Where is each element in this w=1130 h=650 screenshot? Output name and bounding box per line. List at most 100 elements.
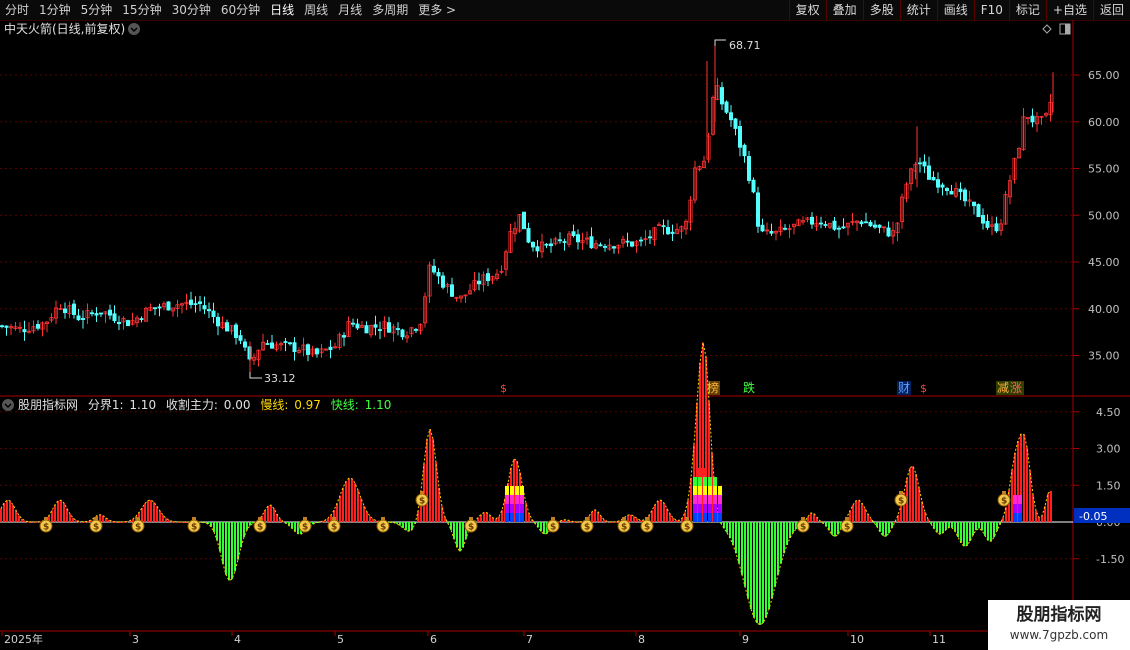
indicator-bar xyxy=(861,503,863,522)
indicator-bar xyxy=(960,522,962,543)
svg-text:$: $ xyxy=(844,523,850,533)
candle-body xyxy=(364,325,369,334)
indicator-bar xyxy=(69,513,71,522)
indicator-bar xyxy=(978,522,980,529)
indicator-bar xyxy=(948,522,950,528)
timeframe-tab[interactable]: 60分钟 xyxy=(216,3,265,17)
signal-block xyxy=(708,486,712,495)
indicator-bar xyxy=(918,487,920,522)
toolbar-button[interactable]: 统计 xyxy=(899,0,937,20)
candle-body xyxy=(400,329,405,338)
svg-text:$: $ xyxy=(644,523,650,533)
svg-text:$: $ xyxy=(684,523,690,533)
indicator-bar xyxy=(885,522,887,537)
candle-body xyxy=(283,341,288,343)
svg-text:33.12: 33.12 xyxy=(264,372,296,385)
chevron-down-icon[interactable] xyxy=(128,23,140,35)
candle-body xyxy=(648,236,653,239)
diamond-icon[interactable] xyxy=(1042,24,1052,34)
indicator-bar xyxy=(1008,490,1010,522)
candle-body xyxy=(22,329,27,333)
signal-block xyxy=(510,504,514,513)
timeframe-tab[interactable]: 日线 xyxy=(265,3,299,17)
toolbar-button[interactable]: 复权 xyxy=(788,0,826,20)
signal-block xyxy=(515,504,519,513)
candle-body xyxy=(661,225,666,228)
candle-body xyxy=(328,346,333,351)
indicator-bar xyxy=(603,519,605,522)
indicator-bar xyxy=(0,508,2,522)
svg-text:$: $ xyxy=(468,523,474,533)
indicator-bar xyxy=(141,507,143,522)
candle-body xyxy=(108,309,113,316)
toolbar-button[interactable]: 返回 xyxy=(1092,0,1130,20)
signal-block xyxy=(698,486,702,495)
svg-text:$: $ xyxy=(621,523,627,533)
signal-block xyxy=(713,504,717,513)
candle-body xyxy=(720,87,725,105)
event-marker: 减 xyxy=(997,381,1009,395)
money-bag-icon: $ xyxy=(187,517,201,533)
indicator-bar xyxy=(672,517,674,522)
indicator-bar xyxy=(756,522,758,624)
high-price-marker: 68.71 xyxy=(714,39,761,52)
indicator-bar xyxy=(279,518,281,522)
timeframe-tab[interactable]: 多周期 xyxy=(367,3,413,17)
timeframe-tab[interactable]: 30分钟 xyxy=(167,3,216,17)
indicator-bar xyxy=(357,490,359,522)
timeframe-tab[interactable]: 5分钟 xyxy=(76,3,118,17)
panel-toggle-icon[interactable] xyxy=(1059,23,1071,35)
timeframe-tab[interactable]: 周线 xyxy=(299,3,333,17)
timeframe-tab[interactable]: 分时 xyxy=(0,3,34,17)
timeframe-tab[interactable]: 15分钟 xyxy=(117,3,166,17)
price-tick-label: 35.00 xyxy=(1088,350,1120,363)
signal-block xyxy=(1018,495,1022,504)
candle-body xyxy=(832,220,837,230)
toolbar-button[interactable]: 画线 xyxy=(936,0,974,20)
price-axis: 65.00 60.00 55.00 50.00 45.00 40.00 35.00 xyxy=(1073,69,1120,363)
toolbar-button[interactable]: 标记 xyxy=(1008,0,1046,20)
stock-title[interactable]: 中天火箭(日线,前复权) xyxy=(4,21,125,36)
date-axis: 2025年 3 4 5 6 7 8 9 10 11 xyxy=(1,631,946,646)
timeframe-tab[interactable]: 1分钟 xyxy=(34,3,76,17)
event-marker: $ xyxy=(920,382,927,395)
candle-body xyxy=(558,239,563,242)
toolbar-button[interactable]: 多股 xyxy=(862,0,900,20)
candle-body xyxy=(188,299,193,305)
indicator-bar xyxy=(873,522,875,523)
timeframe-tab[interactable]: 更多 > xyxy=(413,3,461,17)
candle-body xyxy=(63,308,68,314)
indicator-bar xyxy=(654,504,656,522)
candle-body xyxy=(751,179,756,193)
toolbar-button[interactable]: F10 xyxy=(973,0,1009,20)
indicator-bar xyxy=(252,522,254,524)
indicator-bar xyxy=(429,429,431,522)
candle-body xyxy=(377,329,382,331)
signal-block xyxy=(515,486,519,495)
candle-body xyxy=(841,226,846,229)
indicator-bar xyxy=(24,520,26,522)
indicator-bar xyxy=(336,503,338,522)
indicator-bar xyxy=(996,522,998,531)
toolbar-button[interactable]: +自选 xyxy=(1045,0,1093,20)
indicator-bar xyxy=(1050,491,1052,522)
indicator-bar xyxy=(144,503,146,522)
candle-body xyxy=(940,184,945,188)
candle-body xyxy=(877,224,882,228)
svg-text:$: $ xyxy=(93,523,99,533)
indicator-bar xyxy=(372,519,374,522)
signal-block xyxy=(515,495,519,504)
svg-text:$: $ xyxy=(419,497,425,507)
toolbar-button[interactable]: 叠加 xyxy=(825,0,863,20)
candle-body xyxy=(945,188,950,192)
candle-body xyxy=(931,177,936,181)
candle-body xyxy=(549,243,554,247)
indicator-bar xyxy=(156,506,158,522)
indicator-bar xyxy=(87,521,89,523)
timeframe-tab[interactable]: 月线 xyxy=(333,3,367,17)
candle-body xyxy=(81,318,86,320)
indicator-tick-label: 4.50 xyxy=(1096,406,1121,419)
chevron-down-icon[interactable] xyxy=(2,399,14,411)
signal-block xyxy=(693,513,697,522)
candle-body xyxy=(738,126,743,148)
